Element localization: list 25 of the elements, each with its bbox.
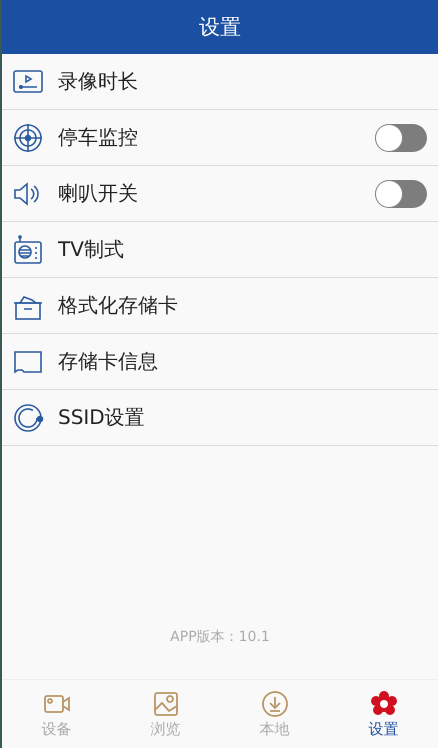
row-label: 录像时长 bbox=[58, 68, 139, 95]
settings-row[interactable]: 喇叭开关 bbox=[2, 166, 438, 222]
row-label: 喇叭开关 bbox=[58, 180, 139, 207]
gear-icon bbox=[370, 690, 398, 718]
ring-icon bbox=[12, 402, 44, 434]
settings-row[interactable]: 存储卡信息 bbox=[2, 334, 438, 390]
settings-row[interactable]: 录像时长 bbox=[2, 54, 438, 110]
settings-row[interactable]: SSID设置 bbox=[2, 390, 438, 446]
settings-row[interactable]: 格式化存储卡 bbox=[2, 278, 438, 334]
download-icon bbox=[260, 690, 288, 718]
row-label: 停车监控 bbox=[58, 124, 139, 151]
header-title: 设置 bbox=[199, 14, 241, 41]
tab[interactable]: 设置 bbox=[329, 680, 438, 748]
toggle-switch[interactable] bbox=[375, 124, 427, 152]
version-text: APP版本：10.1 bbox=[170, 628, 270, 646]
toggle-switch[interactable] bbox=[375, 180, 427, 208]
settings-row[interactable]: TV制式 bbox=[2, 222, 438, 278]
row-label: TV制式 bbox=[58, 236, 125, 263]
settings-row[interactable]: 停车监控 bbox=[2, 110, 438, 166]
image-icon bbox=[152, 690, 180, 718]
radio-icon bbox=[12, 234, 44, 266]
row-label: 存储卡信息 bbox=[58, 348, 159, 375]
row-label: SSID设置 bbox=[58, 404, 146, 431]
row-label: 格式化存储卡 bbox=[58, 292, 179, 319]
target-icon bbox=[12, 122, 44, 154]
